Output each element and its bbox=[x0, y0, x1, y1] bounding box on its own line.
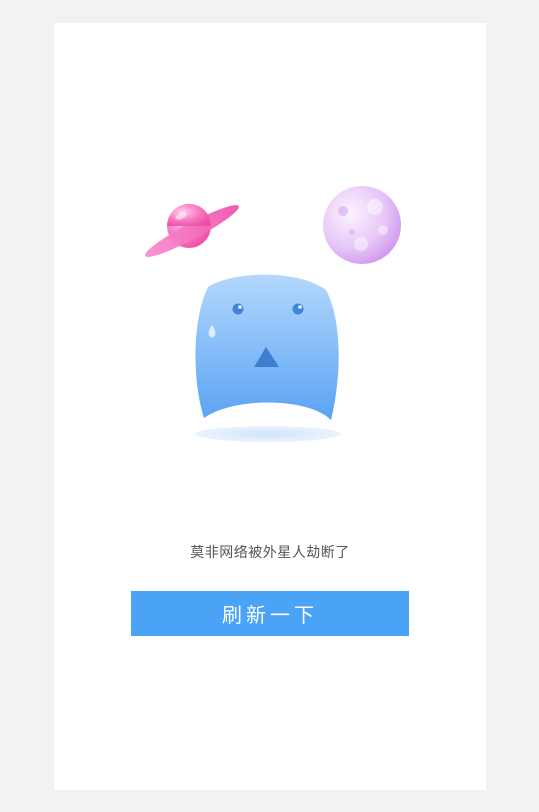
refresh-button[interactable]: 刷新一下 bbox=[131, 591, 409, 636]
error-card bbox=[54, 23, 486, 790]
error-message: 莫非网络被外星人劫断了 bbox=[190, 545, 350, 561]
